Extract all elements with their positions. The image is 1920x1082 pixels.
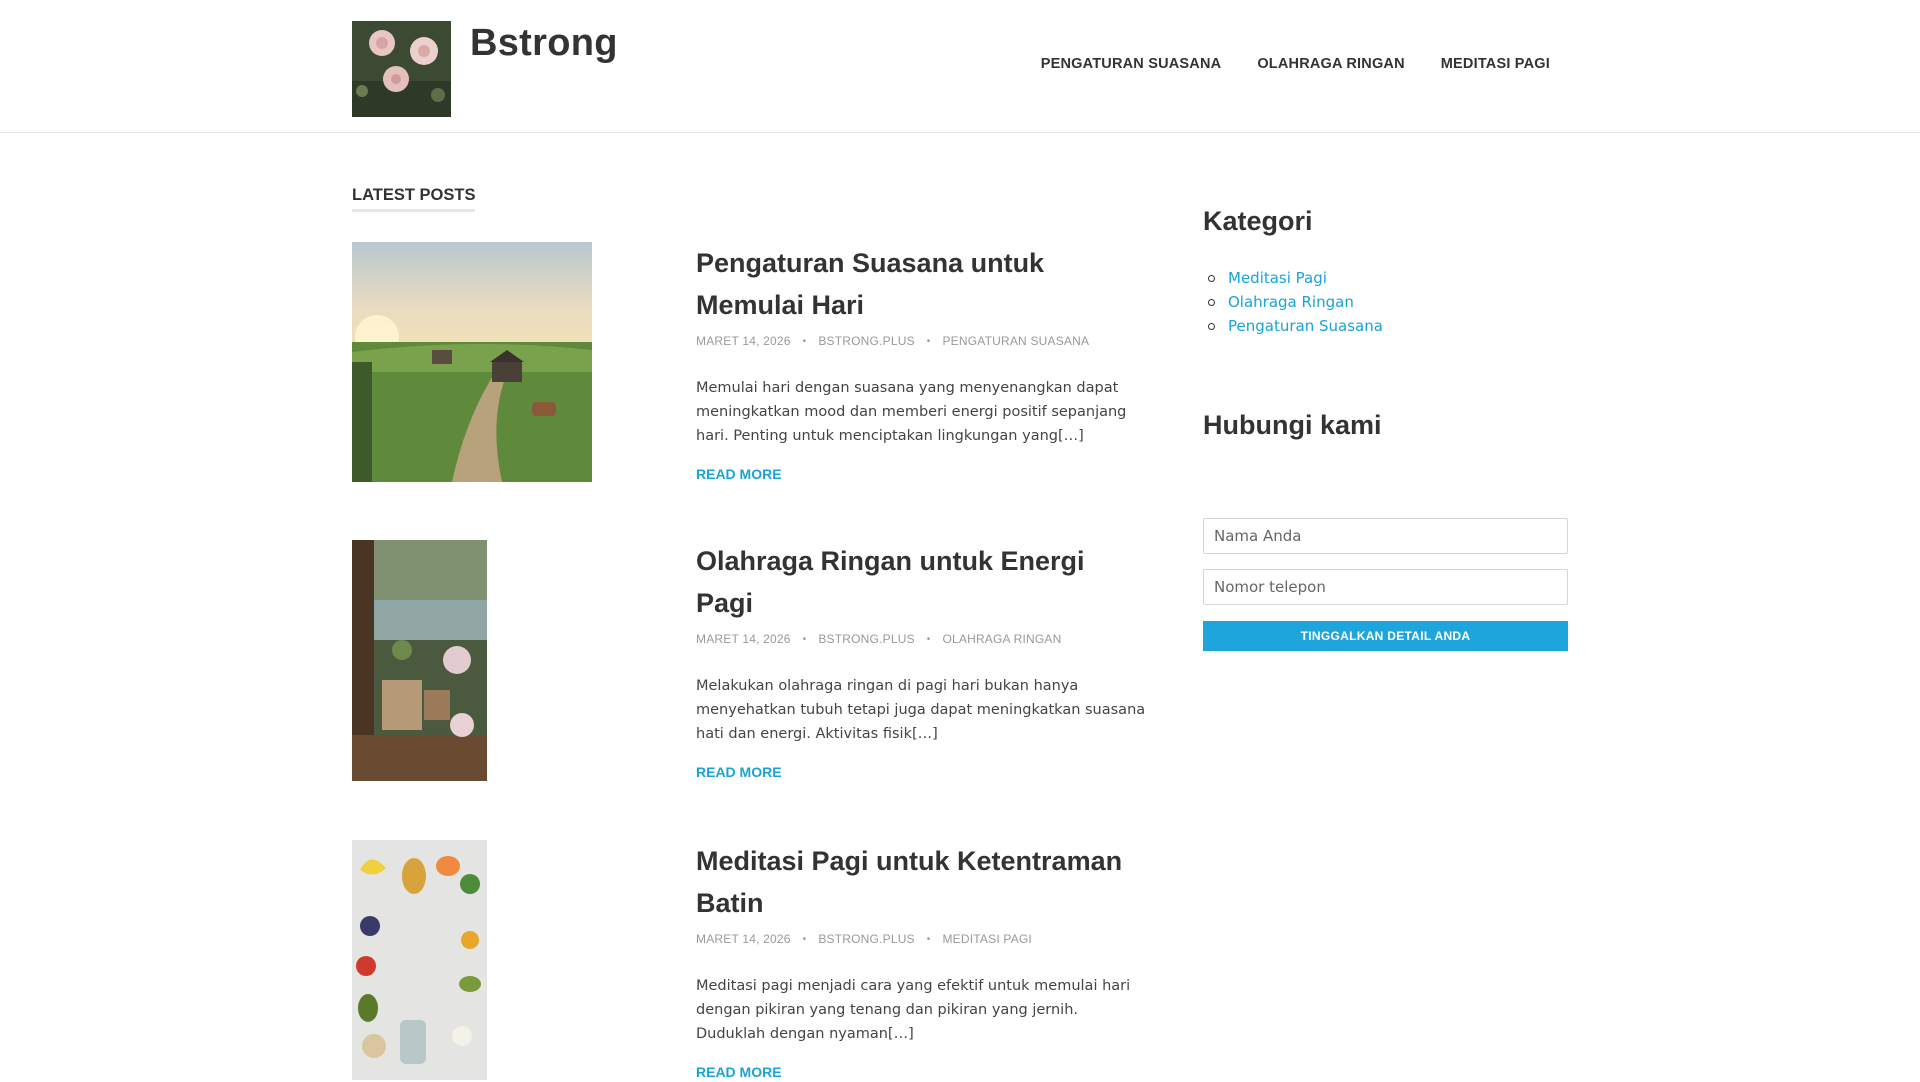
category-link-meditasi-pagi[interactable]: Meditasi Pagi [1228, 266, 1327, 290]
site-title[interactable]: Bstrong [470, 22, 618, 65]
post-excerpt: Melakukan olahraga ringan di pagi hari b… [696, 678, 1146, 742]
read-more-link[interactable]: READ MORE [696, 466, 782, 482]
post-thumbnail[interactable] [352, 840, 487, 1080]
phone-input[interactable] [1203, 569, 1568, 605]
post-date[interactable]: MARET 14, 2026 [696, 632, 791, 646]
nav-item-pengaturan-suasana[interactable]: PENGATURAN SUASANA [1041, 56, 1222, 72]
post-author[interactable]: BSTRONG.PLUS [818, 932, 914, 946]
category-link-olahraga-ringan[interactable]: Olahraga Ringan [1228, 290, 1354, 314]
bullet-icon [1208, 298, 1215, 306]
post-date[interactable]: MARET 14, 2026 [696, 932, 791, 946]
post-category[interactable]: OLAHRAGA RINGAN [942, 632, 1061, 646]
site-logo[interactable] [352, 21, 451, 117]
rose-logo-image [352, 21, 451, 117]
countryside-image [352, 242, 592, 482]
submit-details-button[interactable]: TINGGALKAN DETAIL ANDA [1203, 621, 1568, 651]
category-item: Olahraga Ringan [1208, 290, 1383, 314]
meta-separator: • [926, 335, 931, 347]
section-label-latest-posts: LATEST POSTS [352, 186, 476, 212]
post-body: Pengaturan Suasana untuk Memulai Hari MA… [696, 242, 1146, 484]
post-meta: MARET 14, 2026 • BSTRONG.PLUS • MEDITASI… [696, 932, 1146, 946]
post-category[interactable]: MEDITASI PAGI [942, 932, 1032, 946]
nav-item-olahraga-ringan[interactable]: OLAHRAGA RINGAN [1257, 56, 1404, 72]
nav-item-meditasi-pagi[interactable]: MEDITASI PAGI [1441, 56, 1550, 72]
post-meta: MARET 14, 2026 • BSTRONG.PLUS • OLAHRAGA… [696, 632, 1146, 646]
category-item: Pengaturan Suasana [1208, 314, 1383, 338]
meta-separator: • [926, 633, 931, 645]
category-link-pengaturan-suasana[interactable]: Pengaturan Suasana [1228, 314, 1383, 338]
name-input[interactable] [1203, 518, 1568, 554]
post-author[interactable]: BSTRONG.PLUS [818, 334, 914, 348]
category-item: Meditasi Pagi [1208, 266, 1383, 290]
post-body: Meditasi Pagi untuk Ketentraman Batin MA… [696, 840, 1146, 1082]
healthy-food-image [352, 840, 487, 1080]
main-nav: PENGATURAN SUASANA OLAHRAGA RINGAN MEDIT… [1041, 56, 1550, 72]
post-title[interactable]: Pengaturan Suasana untuk Memulai Hari [696, 242, 1146, 326]
post-excerpt: Meditasi pagi menjadi cara yang efektif … [696, 978, 1131, 1042]
site-header: Bstrong PENGATURAN SUASANA OLAHRAGA RING… [0, 0, 1920, 133]
meta-separator: • [802, 335, 807, 347]
post-thumbnail[interactable] [352, 540, 487, 781]
meta-separator: • [802, 633, 807, 645]
post-meta: MARET 14, 2026 • BSTRONG.PLUS • PENGATUR… [696, 334, 1146, 348]
post-title[interactable]: Meditasi Pagi untuk Ketentraman Batin [696, 840, 1146, 924]
bullet-icon [1208, 322, 1215, 330]
meta-separator: • [802, 933, 807, 945]
post-author[interactable]: BSTRONG.PLUS [818, 632, 914, 646]
post-excerpt: Memulai hari dengan suasana yang menyena… [696, 380, 1127, 444]
read-more-link[interactable]: READ MORE [696, 1064, 782, 1080]
post-body: Olahraga Ringan untuk Energi Pagi MARET … [696, 540, 1146, 782]
post-title[interactable]: Olahraga Ringan untuk Energi Pagi [696, 540, 1146, 624]
bullet-icon [1208, 274, 1215, 282]
post-date[interactable]: MARET 14, 2026 [696, 334, 791, 348]
meta-separator: • [926, 933, 931, 945]
read-more-link[interactable]: READ MORE [696, 764, 782, 780]
porch-lake-image [352, 540, 487, 781]
post-category[interactable]: PENGATURAN SUASANA [942, 334, 1089, 348]
widget-title-contact: Hubungi kami [1203, 410, 1382, 440]
post-thumbnail[interactable] [352, 242, 592, 482]
widget-title-categories: Kategori [1203, 206, 1313, 236]
category-list: Meditasi Pagi Olahraga Ringan Pengaturan… [1208, 266, 1383, 338]
